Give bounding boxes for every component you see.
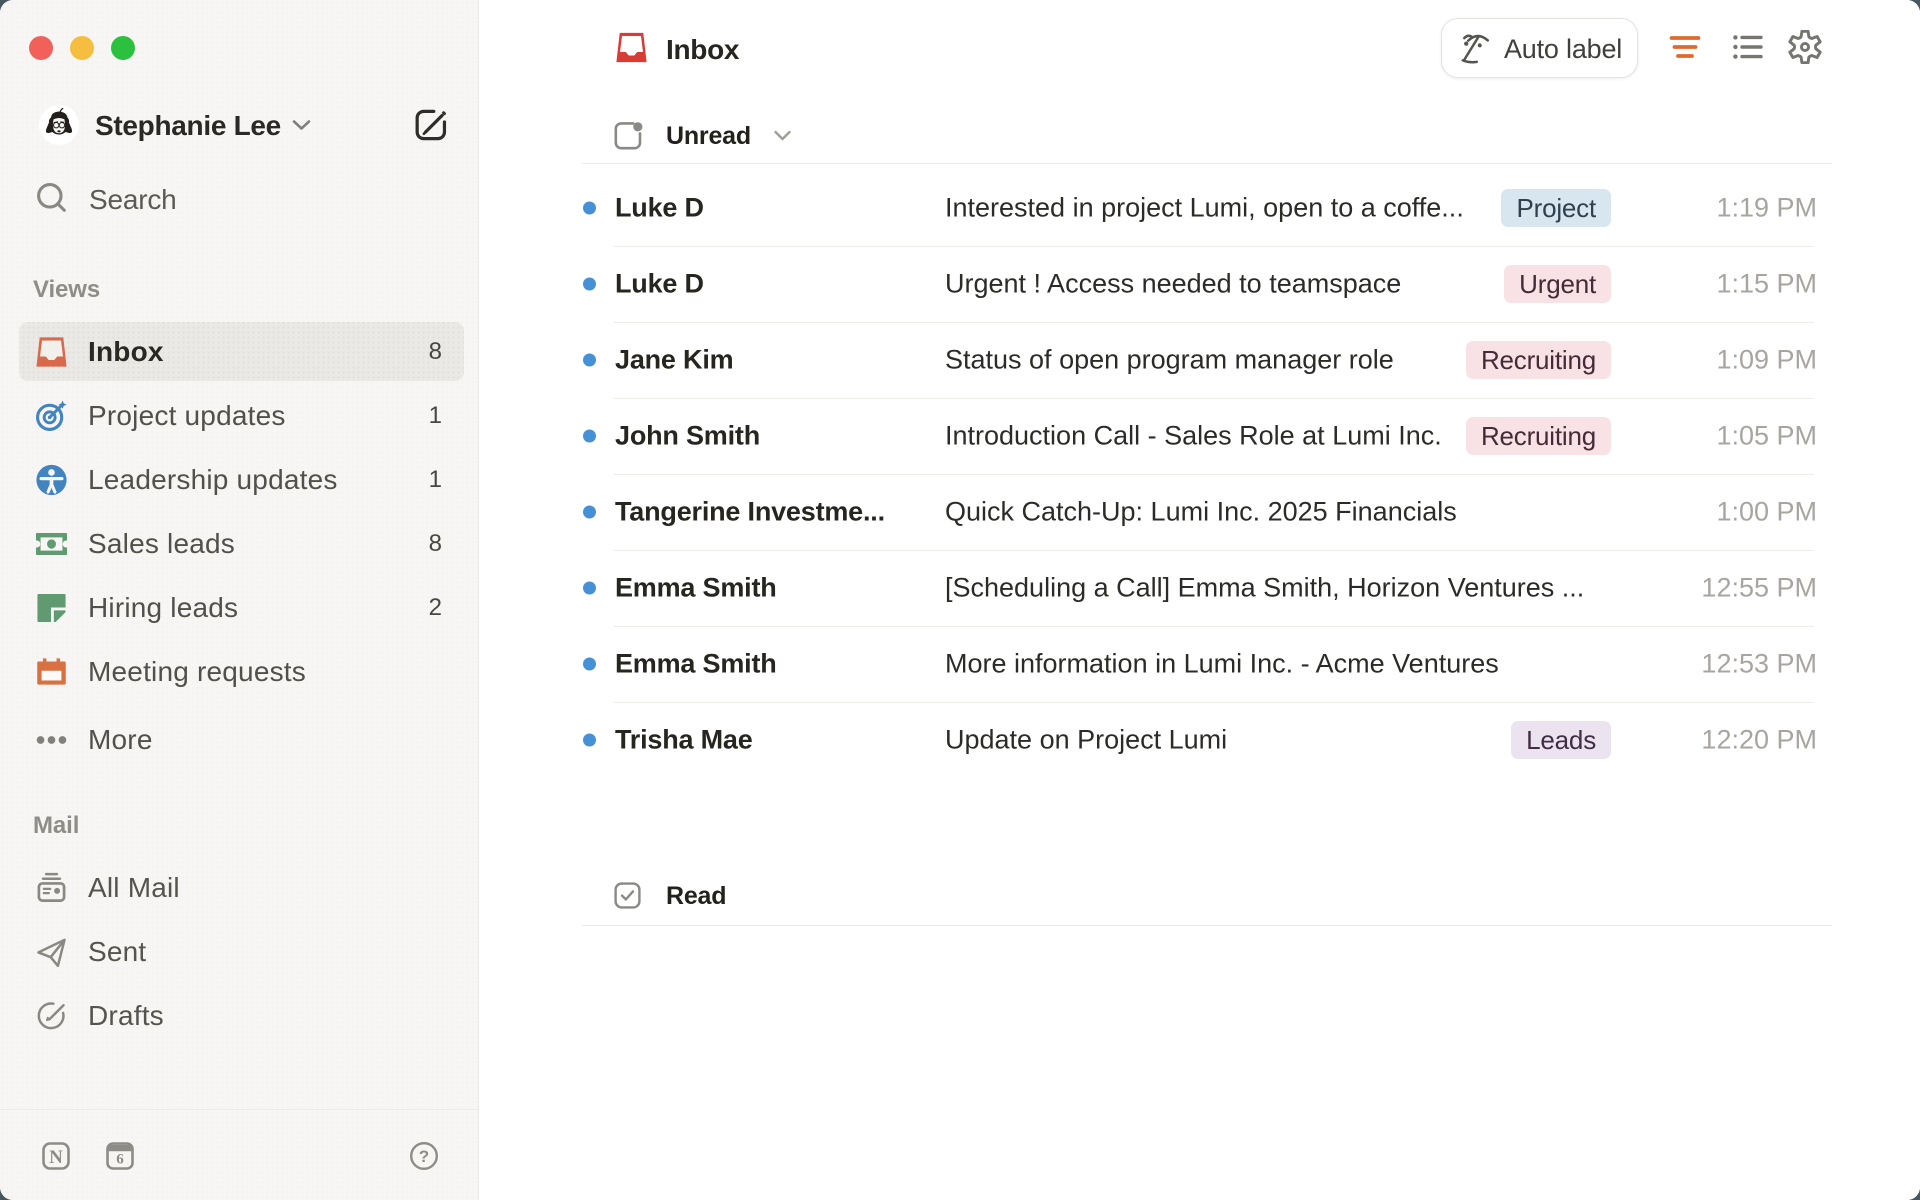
svg-text:?: ? (419, 1147, 429, 1166)
svg-text:N: N (49, 1147, 63, 1168)
svg-text:6: 6 (116, 1152, 124, 1168)
